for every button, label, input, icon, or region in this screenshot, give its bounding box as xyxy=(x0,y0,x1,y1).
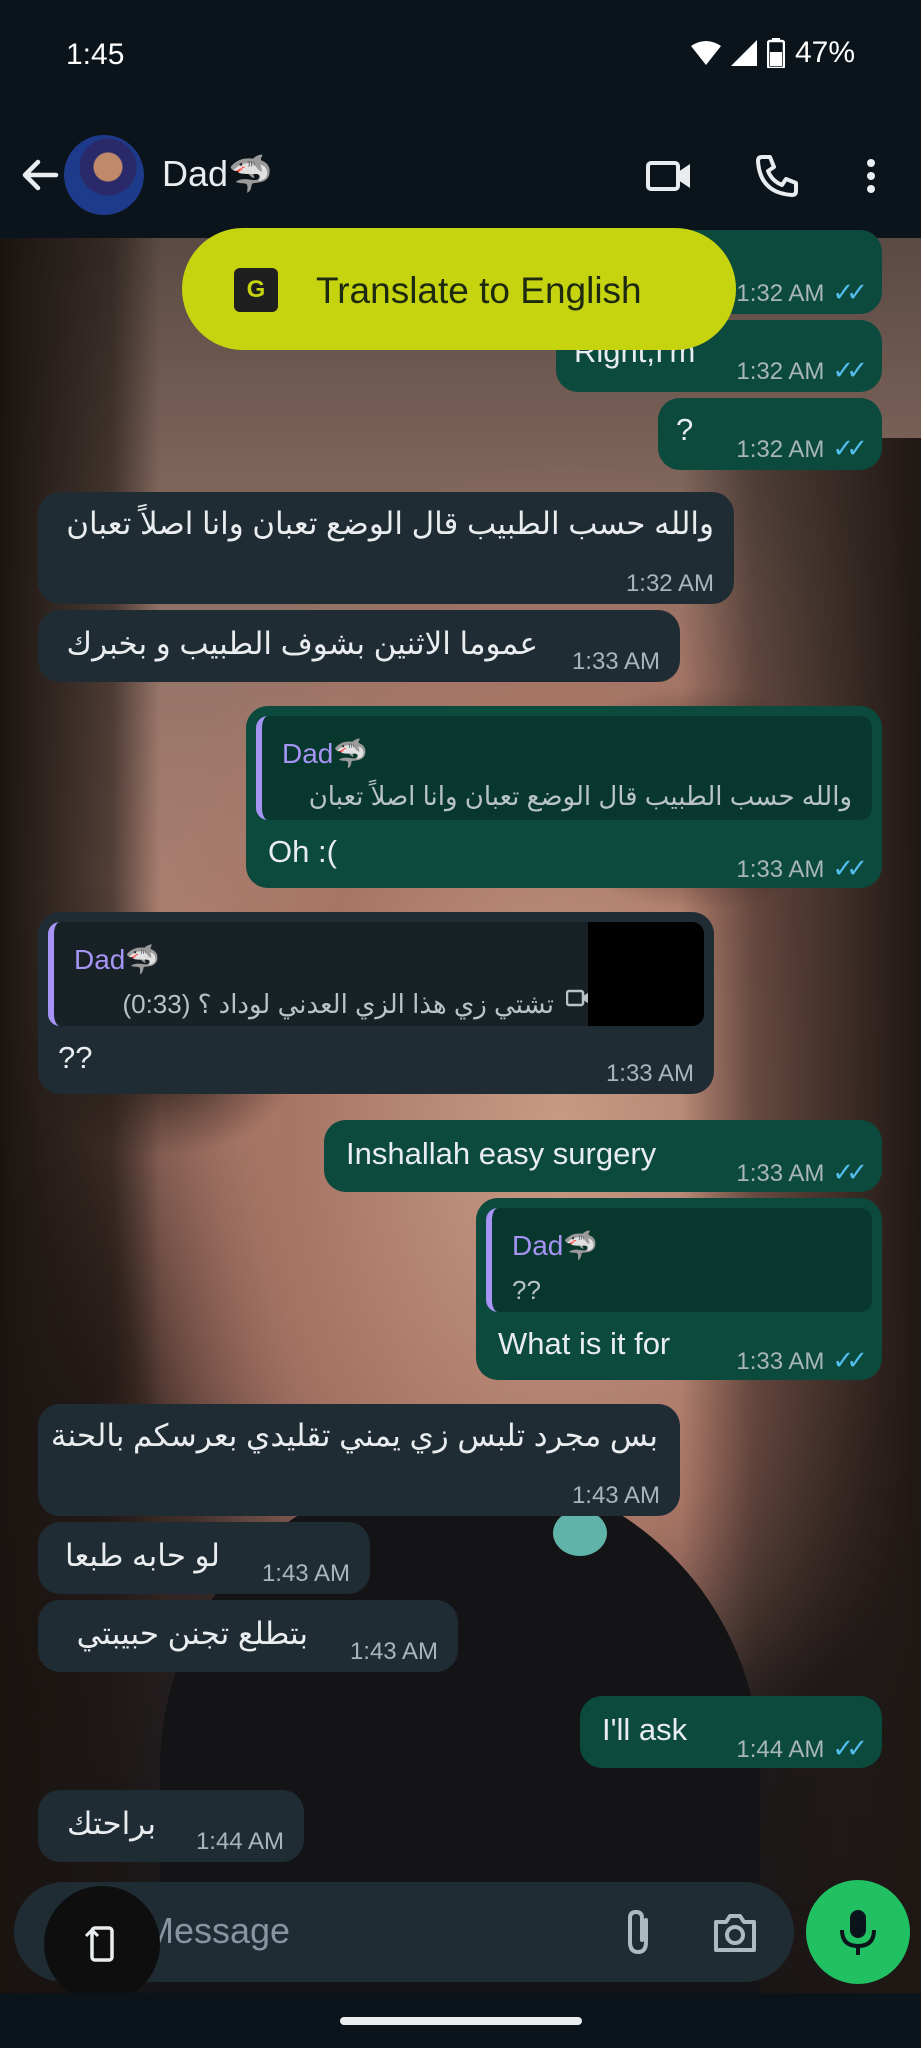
message-time: 1:44 AM ✓✓ xyxy=(736,1733,868,1763)
message-time: 1:33 AM ✓✓ xyxy=(736,853,868,883)
video-thumbnail[interactable] xyxy=(588,922,704,1026)
message-text: I'll ask xyxy=(602,1712,688,1747)
quoted-message[interactable]: Dad🦈 والله حسب الطبيب قال الوضع تعبان وا… xyxy=(256,716,872,820)
read-ticks-icon: ✓✓ xyxy=(832,355,867,385)
arrow-left-icon[interactable] xyxy=(16,151,64,199)
video-call-icon[interactable] xyxy=(644,151,694,201)
read-ticks-icon: ✓✓ xyxy=(832,853,867,883)
quoted-message[interactable]: Dad🦈 ?? xyxy=(486,1208,872,1312)
message-text: بس مجرد تلبس زي يمني تقليدي بعرسكم بالحن… xyxy=(50,1418,658,1453)
message-bubble-in[interactable]: براحتك 1:44 AM xyxy=(38,1790,304,1862)
message-bubble-out[interactable]: Dad🦈 ?? What is it for 1:33 AM ✓✓ xyxy=(476,1198,882,1380)
quoted-message[interactable]: Dad🦈 تشتي زي هذا الزي العدني لوداد ؟ (0:… xyxy=(48,922,704,1026)
message-time: 1:43 AM xyxy=(261,1560,350,1587)
message-bubble-in[interactable]: بس مجرد تلبس زي يمني تقليدي بعرسكم بالحن… xyxy=(38,1404,680,1516)
translate-label: Translate to English xyxy=(316,270,642,311)
cellular-signal-icon xyxy=(730,40,757,66)
read-ticks-icon: ✓✓ xyxy=(832,277,867,307)
message-bubble-in[interactable]: لو حابه طبعا 1:43 AM xyxy=(38,1522,370,1594)
message-bubble-out[interactable]: Dad🦈 والله حسب الطبيب قال الوضع تعبان وا… xyxy=(246,706,882,888)
rotate-icon xyxy=(84,1926,114,1962)
message-text: والله حسب الطبيب قال الوضع تعبان وانا اص… xyxy=(66,506,714,541)
quote-author: Dad🦈 xyxy=(512,1230,599,1261)
status-time: 1:45 xyxy=(66,38,125,71)
read-ticks-icon: ✓✓ xyxy=(832,1733,867,1763)
message-text: Inshallah easy surgery xyxy=(346,1136,657,1171)
message-bubble-out[interactable]: ? 1:32 AM ✓✓ xyxy=(658,398,882,470)
message-bubble-in[interactable]: Dad🦈 تشتي زي هذا الزي العدني لوداد ؟ (0:… xyxy=(38,912,714,1094)
message-text: ?? xyxy=(58,1040,93,1075)
message-time: 1:32 AM xyxy=(625,570,714,597)
contact-name[interactable]: Dad🦈 xyxy=(162,153,273,195)
phone-icon[interactable] xyxy=(752,151,802,201)
system-nav-bar xyxy=(0,1993,921,2048)
status-icons: 47% xyxy=(690,36,855,70)
battery-percent: 47% xyxy=(794,36,855,69)
message-time: 1:33 AM xyxy=(571,648,660,675)
status-bar: 1:45 47% xyxy=(0,0,921,115)
quote-author: Dad🦈 xyxy=(282,738,369,769)
message-bubble-in[interactable]: عموما الاثنين بشوف الطبيب و بخبرك 1:33 A… xyxy=(38,610,680,682)
message-time: 1:43 AM xyxy=(571,1482,660,1509)
read-ticks-icon: ✓✓ xyxy=(832,1345,867,1375)
more-vert-icon[interactable] xyxy=(846,151,896,201)
mic-icon xyxy=(840,1910,876,1955)
avatar[interactable] xyxy=(64,135,144,215)
message-time: 1:32 AM ✓✓ xyxy=(736,433,868,463)
camera-icon[interactable] xyxy=(710,1908,760,1956)
wifi-icon xyxy=(690,41,721,65)
quote-text: والله حسب الطبيب قال الوضع تعبان وانا اص… xyxy=(308,781,852,811)
wallpaper-pendant xyxy=(553,1510,607,1556)
translate-icon: G xyxy=(234,268,278,312)
message-text: لو حابه طبعا xyxy=(65,1538,220,1573)
message-time: 1:32 AM ✓✓ xyxy=(736,277,868,307)
translate-banner[interactable]: G Translate to English xyxy=(182,228,736,350)
battery-icon xyxy=(766,38,785,68)
attach-icon[interactable] xyxy=(616,1906,662,1958)
message-text: What is it for xyxy=(498,1326,671,1361)
message-bubble-in[interactable]: بتطلع تجنن حبيبتي 1:43 AM xyxy=(38,1600,458,1672)
message-text: عموما الاثنين بشوف الطبيب و بخبرك xyxy=(66,626,538,661)
message-bubble-out[interactable]: Inshallah easy surgery 1:33 AM ✓✓ xyxy=(324,1120,882,1192)
quote-author: Dad🦈 xyxy=(74,944,161,975)
screen-rotate-button[interactable] xyxy=(44,1886,160,2002)
message-time: 1:44 AM xyxy=(195,1828,284,1855)
message-time: 1:43 AM xyxy=(349,1638,438,1665)
message-time: 1:32 AM ✓✓ xyxy=(736,355,868,385)
message-time: 1:33 AM ✓✓ xyxy=(736,1157,868,1187)
message-bubble-in[interactable]: والله حسب الطبيب قال الوضع تعبان وانا اص… xyxy=(38,492,734,604)
mic-button[interactable] xyxy=(806,1880,910,1984)
read-ticks-icon: ✓✓ xyxy=(832,1157,867,1187)
read-ticks-icon: ✓✓ xyxy=(832,433,867,463)
gesture-handle[interactable] xyxy=(340,2017,582,2025)
message-text: Oh :( xyxy=(268,834,337,869)
message-text: بتطلع تجنن حبيبتي xyxy=(76,1616,308,1651)
message-text: ? xyxy=(676,412,694,447)
message-time: 1:33 AM ✓✓ xyxy=(736,1345,868,1375)
message-text: براحتك xyxy=(67,1806,156,1841)
quote-text: ?? xyxy=(512,1275,541,1305)
quote-text: تشتي زي هذا الزي العدني لوداد ؟ (0:33) xyxy=(122,989,554,1019)
chat-header: Dad🦈 xyxy=(0,115,921,238)
message-bubble-out[interactable]: I'll ask 1:44 AM ✓✓ xyxy=(580,1696,882,1768)
message-input[interactable]: Message xyxy=(144,1910,290,1952)
message-time: 1:33 AM xyxy=(605,1060,694,1087)
